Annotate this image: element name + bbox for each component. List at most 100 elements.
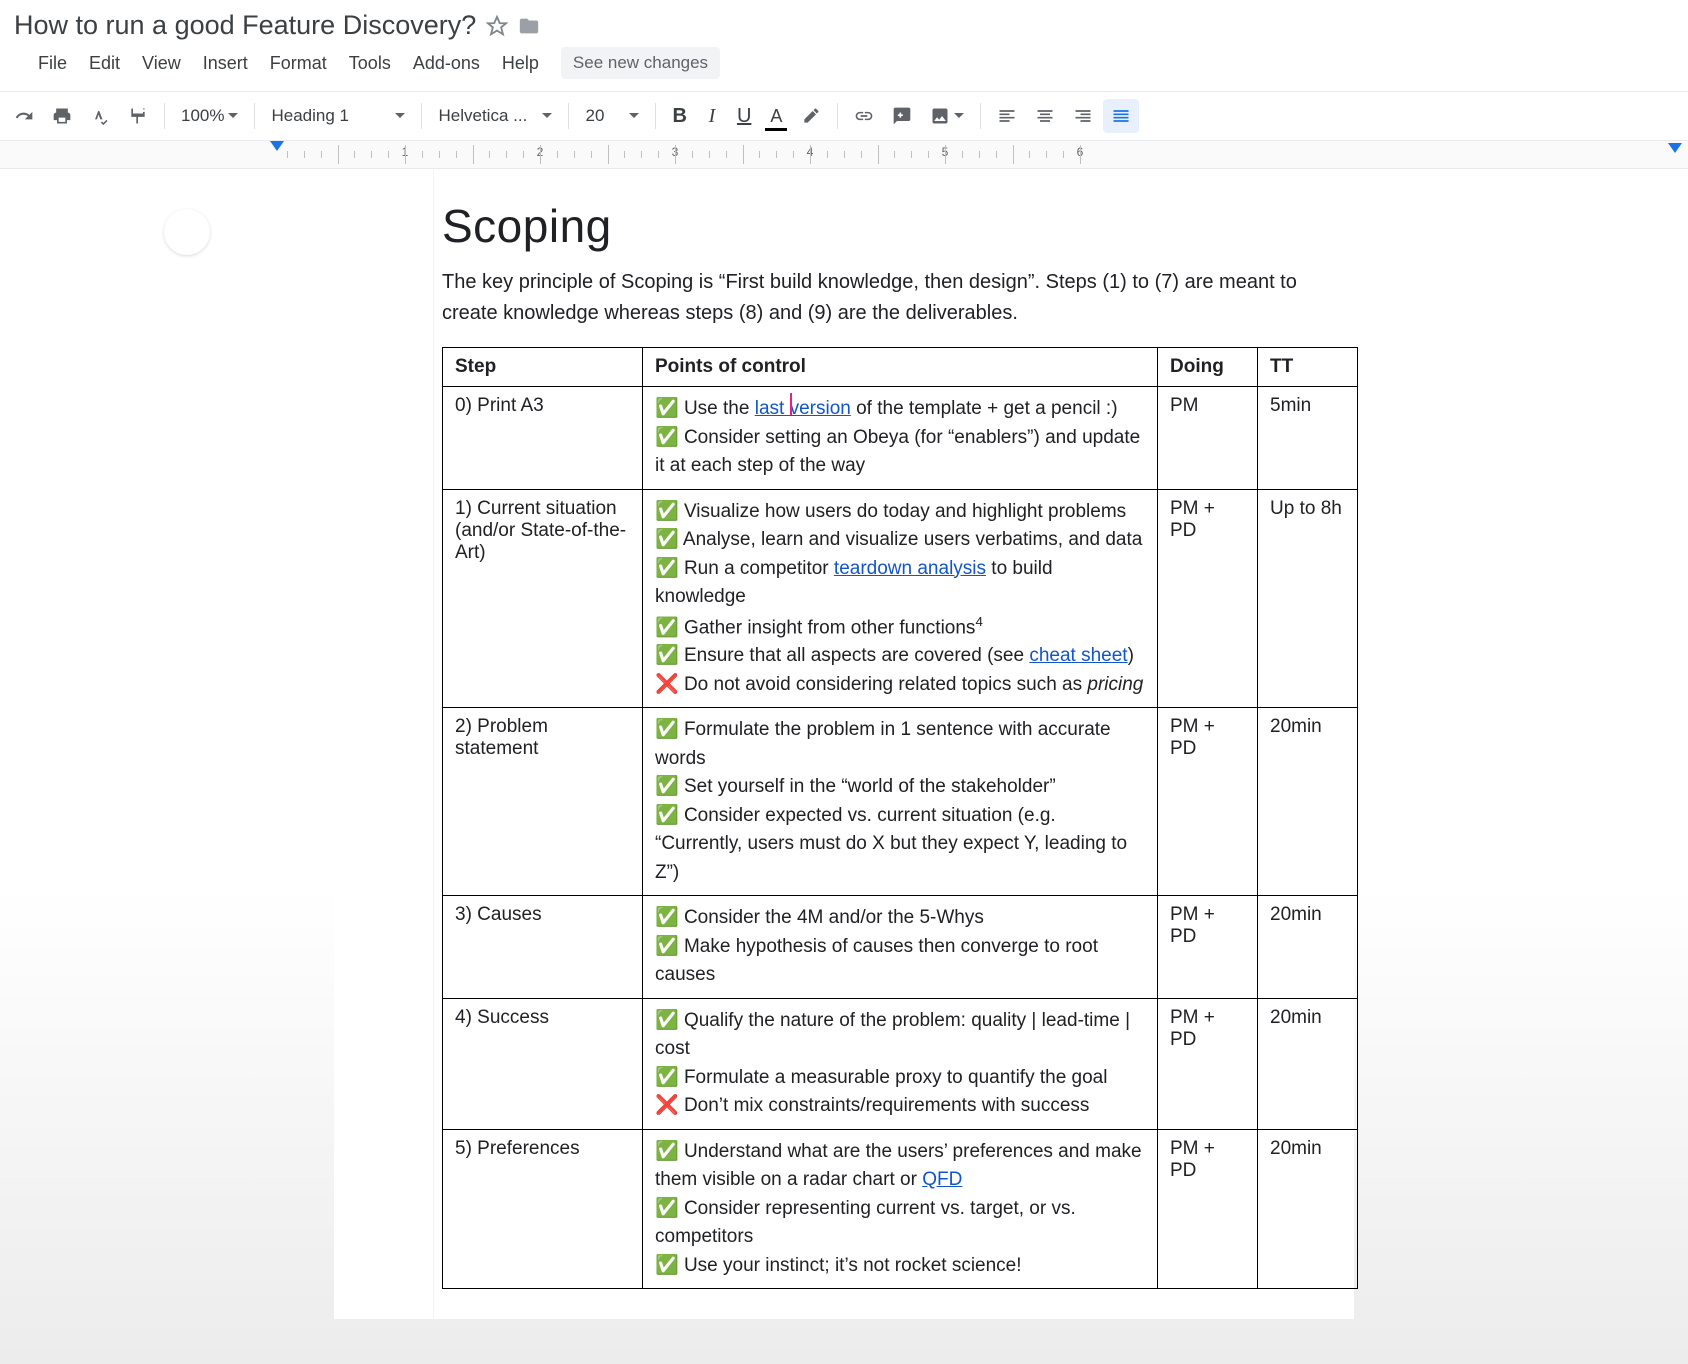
cell-tt[interactable]: 20min: [1258, 1129, 1358, 1289]
point-line[interactable]: ✅ Qualify the nature of the problem: qua…: [655, 1007, 1145, 1064]
menu-help[interactable]: Help: [492, 49, 549, 78]
redo-icon[interactable]: [6, 99, 42, 133]
point-line[interactable]: ✅ Consider expected vs. current situatio…: [655, 802, 1145, 888]
check-icon: ✅: [655, 501, 679, 522]
point-line[interactable]: ✅ Formulate a measurable proxy to quanti…: [655, 1064, 1145, 1093]
bold-button[interactable]: B: [664, 99, 694, 133]
align-left-icon[interactable]: [989, 99, 1025, 133]
menu-insert[interactable]: Insert: [193, 49, 258, 78]
print-icon[interactable]: [44, 99, 80, 133]
col-points[interactable]: Points of control: [643, 348, 1158, 387]
cell-step[interactable]: 3) Causes: [443, 896, 643, 999]
cell-doing[interactable]: PM + PD: [1158, 489, 1258, 708]
zoom-dropdown[interactable]: 100%: [173, 100, 246, 132]
align-center-icon[interactable]: [1027, 99, 1063, 133]
cell-step[interactable]: 4) Success: [443, 998, 643, 1129]
add-comment-icon[interactable]: [884, 99, 920, 133]
cell-step[interactable]: 2) Problem statement: [443, 708, 643, 896]
doc-link[interactable]: QFD: [922, 1169, 962, 1190]
point-line[interactable]: ✅ Make hypothesis of causes then converg…: [655, 933, 1145, 990]
table-row: 4) Success✅ Qualify the nature of the pr…: [443, 998, 1358, 1129]
cell-points[interactable]: ✅ Qualify the nature of the problem: qua…: [643, 998, 1158, 1129]
point-line[interactable]: ✅ Visualize how users do today and highl…: [655, 498, 1145, 527]
cell-points[interactable]: ✅ Understand what are the users’ prefere…: [643, 1129, 1158, 1289]
check-icon: ✅: [655, 805, 679, 826]
menu-format[interactable]: Format: [260, 49, 337, 78]
doc-link[interactable]: last version: [755, 398, 851, 419]
doc-title[interactable]: How to run a good Feature Discovery?: [14, 10, 476, 41]
underline-button[interactable]: U: [729, 99, 759, 133]
col-doing[interactable]: Doing: [1158, 348, 1258, 387]
folder-icon[interactable]: [518, 15, 540, 37]
point-line[interactable]: ✅ Consider the 4M and/or the 5-Whys: [655, 904, 1145, 933]
point-line[interactable]: ✅ Analyse, learn and visualize users ver…: [655, 526, 1145, 555]
menu-file[interactable]: File: [28, 49, 77, 78]
check-icon: ✅: [655, 1255, 679, 1276]
point-line[interactable]: ✅ Understand what are the users’ prefere…: [655, 1138, 1145, 1195]
cell-doing[interactable]: PM + PD: [1158, 896, 1258, 999]
star-icon[interactable]: [486, 15, 508, 37]
cell-tt[interactable]: 20min: [1258, 896, 1358, 999]
cell-points[interactable]: ✅ Use the last version of the template +…: [643, 387, 1158, 490]
cell-doing[interactable]: PM + PD: [1158, 1129, 1258, 1289]
cell-tt[interactable]: Up to 8h: [1258, 489, 1358, 708]
cell-tt[interactable]: 5min: [1258, 387, 1358, 490]
point-line[interactable]: ✅ Consider representing current vs. targ…: [655, 1195, 1145, 1252]
document-canvas[interactable]: Scoping The key principle of Scoping is …: [0, 169, 1688, 1364]
menu-view[interactable]: View: [132, 49, 191, 78]
cell-step[interactable]: 0) Print A3: [443, 387, 643, 490]
point-line[interactable]: ✅ Set yourself in the “world of the stak…: [655, 773, 1145, 802]
spellcheck-icon[interactable]: [82, 99, 118, 133]
point-line[interactable]: ❌ Don’t mix constraints/requirements wit…: [655, 1092, 1145, 1121]
point-line[interactable]: ✅ Formulate the problem in 1 sentence wi…: [655, 716, 1145, 773]
point-line[interactable]: ✅ Consider setting an Obeya (for “enable…: [655, 424, 1145, 481]
col-tt[interactable]: TT: [1258, 348, 1358, 387]
italic-button[interactable]: I: [697, 99, 727, 133]
toolbar-separator: [421, 103, 422, 129]
cell-tt[interactable]: 20min: [1258, 708, 1358, 896]
explore-fab[interactable]: [164, 209, 210, 255]
toolbar-separator: [254, 103, 255, 129]
ruler[interactable]: 123456: [0, 141, 1688, 169]
col-step[interactable]: Step: [443, 348, 643, 387]
doc-link[interactable]: teardown analysis: [834, 558, 986, 579]
page-title[interactable]: Scoping: [442, 199, 1326, 253]
highlight-icon[interactable]: [793, 99, 829, 133]
menu-addons[interactable]: Add-ons: [403, 49, 490, 78]
insert-link-icon[interactable]: [846, 99, 882, 133]
point-line[interactable]: ✅ Use your instinct; it’s not rocket sci…: [655, 1252, 1145, 1281]
format-paint-icon[interactable]: [120, 99, 156, 133]
page[interactable]: Scoping The key principle of Scoping is …: [334, 169, 1354, 1319]
cell-doing[interactable]: PM + PD: [1158, 708, 1258, 896]
see-new-changes-chip[interactable]: See new changes: [561, 47, 720, 79]
insert-image-dropdown[interactable]: [922, 100, 972, 132]
doc-link[interactable]: cheat sheet: [1029, 645, 1127, 666]
intro-paragraph[interactable]: The key principle of Scoping is “First b…: [442, 267, 1326, 329]
indent-marker-icon[interactable]: [270, 141, 284, 151]
paragraph-style-dropdown[interactable]: Heading 1: [263, 100, 413, 132]
cell-points[interactable]: ✅ Visualize how users do today and highl…: [643, 489, 1158, 708]
cell-points[interactable]: ✅ Consider the 4M and/or the 5-Whys✅ Mak…: [643, 896, 1158, 999]
align-justify-icon[interactable]: [1103, 99, 1139, 133]
point-line[interactable]: ✅ Gather insight from other functions4: [655, 612, 1145, 643]
footnote-ref[interactable]: 4: [975, 614, 982, 629]
cell-tt[interactable]: 20min: [1258, 998, 1358, 1129]
right-margin-marker-icon[interactable]: [1668, 143, 1682, 153]
emphasis-text[interactable]: pricing: [1087, 674, 1143, 695]
font-size-dropdown[interactable]: 20: [577, 100, 647, 132]
point-line[interactable]: ✅ Use the last version of the template +…: [655, 395, 1145, 424]
scoping-table[interactable]: Step Points of control Doing TT 0) Print…: [442, 347, 1358, 1289]
menu-edit[interactable]: Edit: [79, 49, 130, 78]
point-line[interactable]: ❌ Do not avoid considering related topic…: [655, 671, 1145, 700]
menu-tools[interactable]: Tools: [339, 49, 401, 78]
point-line[interactable]: ✅ Run a competitor teardown analysis to …: [655, 555, 1145, 612]
cell-step[interactable]: 5) Preferences: [443, 1129, 643, 1289]
text-color-button[interactable]: A: [761, 99, 791, 133]
font-family-dropdown[interactable]: Helvetica ...: [430, 100, 560, 132]
cell-points[interactable]: ✅ Formulate the problem in 1 sentence wi…: [643, 708, 1158, 896]
cell-step[interactable]: 1) Current situation (and/or State-of-th…: [443, 489, 643, 708]
point-line[interactable]: ✅ Ensure that all aspects are covered (s…: [655, 642, 1145, 671]
align-right-icon[interactable]: [1065, 99, 1101, 133]
cell-doing[interactable]: PM + PD: [1158, 998, 1258, 1129]
cell-doing[interactable]: PM: [1158, 387, 1258, 490]
